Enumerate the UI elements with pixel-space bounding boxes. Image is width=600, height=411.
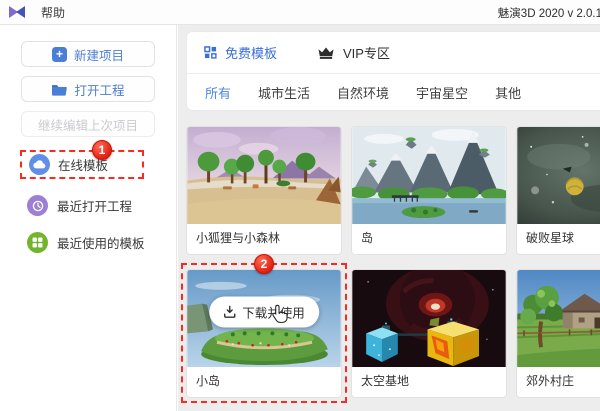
open-project-label: 打开工程 [74,80,124,99]
template-grid: 小狐狸与小森林 [186,126,600,398]
category-space[interactable]: 宇宙星空 [416,83,468,102]
sidebar: 新建项目 打开工程 继续编辑上次项目 1 在线模板 最近打开工程 最近使用的模板 [0,25,177,411]
template-slot: 太空基地 [351,269,507,398]
template-name: 小岛 [187,367,341,397]
templates-header-panel: 免费模板 VIP专区 所有 城市生活 自然环境 宇宙星空 其他 [186,31,600,111]
template-thumbnail [352,127,506,224]
topbar: 帮助 魅演3D 2020 v 2.0.1 [0,0,600,25]
template-name: 太空基地 [352,367,506,397]
template-name: 小狐狸与小森林 [187,224,341,254]
online-templates-item[interactable]: 1 在线模板 [20,150,144,179]
category-city-life[interactable]: 城市生活 [258,83,310,102]
grid-icon [27,232,48,253]
category-all[interactable]: 所有 [205,83,231,102]
download-use-button[interactable]: 下载并使用 [209,297,319,328]
recent-projects-label: 最近打开工程 [57,196,132,215]
template-slot: 破败星球 [516,126,600,255]
template-card-village[interactable]: 郊外村庄 [516,269,600,398]
category-other[interactable]: 其他 [495,83,521,102]
template-name: 破败星球 [517,224,600,254]
recent-templates-label: 最近使用的模板 [57,233,145,252]
template-thumbnail [517,270,600,367]
folder-icon [51,83,67,96]
template-slot: 郊外村庄 [516,269,600,398]
template-thumbnail [187,127,341,224]
app-version: 魅演3D 2020 v 2.0.1 [498,5,600,21]
template-slot: 2 [186,269,342,398]
new-project-label: 新建项目 [74,45,124,64]
template-thumbnail [352,270,506,367]
download-icon [223,306,236,319]
app-logo-icon [9,6,25,18]
tab-vip-zone[interactable]: VIP专区 [317,43,390,62]
tab-vip-label: VIP专区 [343,43,390,62]
crown-icon [317,46,335,60]
annotation-step-1-badge: 1 [92,140,112,160]
continue-last-project-button[interactable]: 继续编辑上次项目 [21,111,155,137]
main-content: 免费模板 VIP专区 所有 城市生活 自然环境 宇宙星空 其他 [178,25,600,411]
template-card-island[interactable]: 岛 [351,126,507,255]
recent-projects-item[interactable]: 最近打开工程 [27,195,176,216]
new-project-button[interactable]: 新建项目 [21,41,155,67]
template-card-small-island[interactable]: 下载并使用 小岛 [186,269,342,398]
template-slot: 岛 [351,126,507,255]
template-card-fox-forest[interactable]: 小狐狸与小森林 [186,126,342,255]
cloud-icon [29,154,50,175]
annotation-step-2-badge: 2 [254,254,274,274]
open-project-button[interactable]: 打开工程 [21,76,155,102]
continue-last-label: 继续编辑上次项目 [38,115,138,134]
tabs-row: 免费模板 VIP专区 [187,32,600,73]
template-thumbnail [517,127,600,224]
category-filter-row: 所有 城市生活 自然环境 宇宙星空 其他 [187,74,600,110]
template-name: 郊外村庄 [517,367,600,397]
recent-templates-item[interactable]: 最近使用的模板 [27,232,176,253]
tab-free-label: 免费模板 [225,43,277,62]
template-name: 岛 [352,224,506,254]
template-thumbnail: 下载并使用 [187,270,341,367]
template-card-space-base[interactable]: 太空基地 [351,269,507,398]
apps-icon [204,46,217,59]
help-menu-item[interactable]: 帮助 [41,4,65,21]
category-nature[interactable]: 自然环境 [337,83,389,102]
template-card-broken-planet[interactable]: 破败星球 [516,126,600,255]
clock-icon [27,195,48,216]
template-slot: 小狐狸与小森林 [186,126,342,255]
cursor-icon [271,304,288,324]
plus-icon [52,47,67,62]
tab-free-templates[interactable]: 免费模板 [204,43,277,62]
